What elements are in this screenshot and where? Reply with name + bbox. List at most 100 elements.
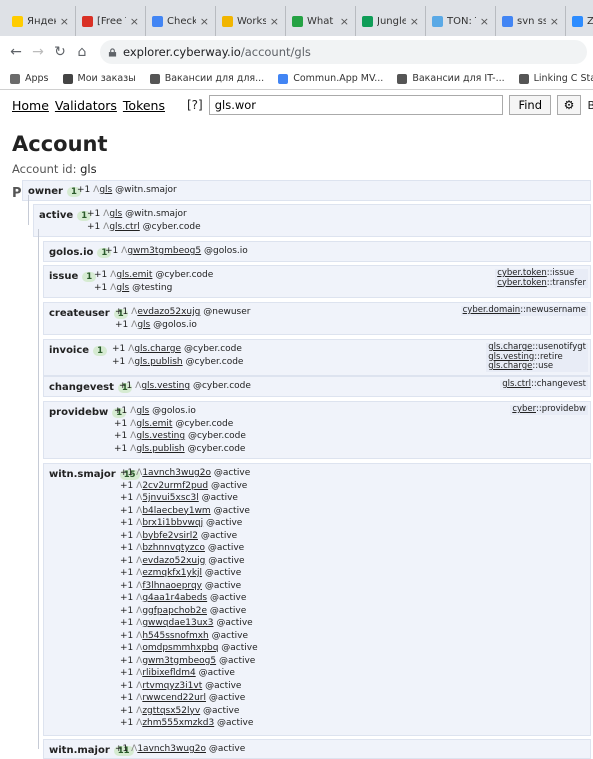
contract-link[interactable]: gls.ctrl — [502, 379, 531, 389]
contract-link[interactable]: gls.charge — [488, 361, 532, 371]
authorities-list: +1 Λgls.emit @cyber.code +1 Λgls @testing — [94, 269, 213, 294]
authority-permission: @active — [207, 543, 245, 553]
authority-account-link[interactable]: omdpsmmhxpbq — [142, 643, 218, 653]
browser-tab[interactable]: What A × — [286, 6, 356, 36]
authority-account-link[interactable]: gls — [137, 320, 150, 330]
find-button[interactable]: Find — [509, 95, 551, 115]
authority-row: +1 Λevdazo52xujg @newuser — [115, 306, 250, 319]
authority-account-link[interactable]: bybfe2vsirl2 — [142, 531, 198, 541]
authority-account-link[interactable]: 5jnvui5xsc3l — [142, 493, 198, 503]
authority-account-link[interactable]: gwm3tgmbeog5 — [142, 656, 216, 666]
close-tab-icon[interactable]: × — [410, 15, 419, 28]
authority-account-link[interactable]: h545ssnofmxh — [142, 631, 208, 641]
close-tab-icon[interactable]: × — [60, 15, 69, 28]
browser-tab[interactable]: Яндекс × — [6, 6, 76, 36]
authority-account-link[interactable]: 1avnch3wug2o — [137, 744, 206, 754]
authority-account-link[interactable]: gls.publish — [136, 444, 184, 454]
authority-row: +1 Λrtvmqyz3i1vt @active — [120, 680, 258, 693]
action-name: ::changevest — [530, 379, 586, 389]
close-tab-icon[interactable]: × — [270, 15, 279, 28]
authority-account-link[interactable]: gls.vesting — [141, 381, 190, 391]
bookmark-item[interactable]: Вакансии для для... — [149, 73, 264, 84]
contract-link[interactable]: cyber — [512, 404, 536, 414]
contract-link[interactable]: cyber.token — [497, 268, 547, 278]
reload-icon[interactable]: ↻ — [50, 42, 70, 62]
authority-account-link[interactable]: b4laecbey1wm — [142, 506, 210, 516]
bookmark-label: Мои заказы — [77, 73, 136, 84]
contract-link[interactable]: gls.charge — [488, 342, 532, 352]
bookmark-item[interactable]: Мои заказы — [62, 73, 136, 84]
permission-name-text: golos.io — [49, 247, 94, 258]
authority-account-link[interactable]: rwwcend22url — [142, 693, 206, 703]
nav-tokens-link[interactable]: Tokens — [123, 98, 165, 113]
authority-account-link[interactable]: gls — [109, 209, 122, 219]
browser-tab[interactable]: Checkp × — [146, 6, 216, 36]
authority-account-link[interactable]: bzhnnvqtyzco — [142, 543, 205, 553]
authority-account-link[interactable]: gwm3tgmbeog5 — [127, 246, 201, 256]
authority-account-link[interactable]: gls.vesting — [136, 431, 185, 441]
authority-permission: @witn.smajor — [125, 209, 187, 219]
threshold-badge: 11 — [113, 746, 134, 756]
authority-account-link[interactable]: gwwqdae13ux3 — [142, 618, 213, 628]
help-link[interactable]: [?] — [187, 98, 203, 112]
browser-tab[interactable]: svn ssh × — [496, 6, 566, 36]
browser-tab[interactable]: Z — [566, 6, 593, 36]
contract-link[interactable]: cyber.domain — [463, 305, 521, 315]
authority-account-link[interactable]: gls.emit — [116, 270, 152, 280]
weight: +1 — [105, 246, 119, 256]
authority-permission: @active — [217, 718, 254, 728]
account-icon: Λ — [131, 307, 138, 317]
authority-account-link[interactable]: ggfpapchob2e — [142, 606, 207, 616]
weight: +1 — [115, 307, 129, 317]
weight: +1 — [119, 381, 133, 391]
authority-account-link[interactable]: gls — [136, 406, 149, 416]
contract-link[interactable]: gls.vesting — [488, 352, 534, 362]
authority-account-link[interactable]: zgttqsx52lyv — [142, 706, 200, 716]
nav-validators-link[interactable]: Validators — [55, 98, 117, 113]
browser-tab[interactable]: Worksp × — [216, 6, 286, 36]
authority-account-link[interactable]: 1avnch3wug2o — [142, 468, 211, 478]
browser-tab[interactable]: Jungle. × — [356, 6, 426, 36]
authority-account-link[interactable]: gls.publish — [134, 357, 182, 367]
authority-account-link[interactable]: rlibixefldm4 — [142, 668, 195, 678]
authority-row: +1 Λevdazo52xujg @active — [120, 555, 258, 568]
nav-home-link[interactable]: Home — [12, 98, 49, 113]
authority-account-link[interactable]: gls.charge — [134, 344, 181, 354]
authority-account-link[interactable]: gls.emit — [136, 419, 172, 429]
authority-account-link[interactable]: gls.ctrl — [109, 222, 139, 232]
browser-tab[interactable]: TON: Te × — [426, 6, 496, 36]
authority-account-link[interactable]: rtvmqyz3i1vt — [142, 681, 202, 691]
address-bar[interactable]: explorer.cyberway.io/account/gls — [100, 40, 587, 64]
authority-permission: @golos.io — [153, 319, 197, 330]
bookmark-label: Вакансии для IT-... — [412, 73, 505, 84]
close-tab-icon[interactable]: × — [130, 15, 139, 28]
authority-account-link[interactable]: 2cv2urmf2pud — [142, 481, 208, 491]
close-tab-icon[interactable]: × — [480, 15, 489, 28]
settings-gear-button[interactable]: ⚙ — [557, 95, 581, 115]
authority-account-link[interactable]: gls — [116, 283, 129, 293]
permission-name: witn.major 11 — [49, 745, 134, 756]
forward-icon[interactable]: → — [28, 42, 48, 62]
authority-account-link[interactable]: evdazo52xujg — [137, 307, 200, 317]
bookmark-item[interactable]: Вакансии для IT-... — [397, 73, 505, 84]
threshold-badge: 1 — [113, 309, 128, 319]
home-icon[interactable]: ⌂ — [72, 42, 92, 62]
bookmark-item[interactable]: Apps — [10, 73, 49, 84]
authority-account-link[interactable]: zhm555xmzkd3 — [142, 718, 214, 728]
bookmark-item[interactable]: Commun.App MV... — [278, 73, 383, 84]
authority-account-link[interactable]: brx1i1bbvwqj — [142, 518, 203, 528]
browser-tab[interactable]: [Free T × — [76, 6, 146, 36]
threshold-badge: 1 — [97, 248, 112, 258]
authority-account-link[interactable]: ezmqkfx1ykjl — [142, 568, 202, 578]
authority-account-link[interactable]: g4aa1r4abeds — [142, 593, 207, 603]
contract-link[interactable]: cyber.token — [497, 278, 547, 288]
authority-account-link[interactable]: evdazo52xujg — [142, 556, 205, 566]
bookmark-icon — [62, 73, 73, 84]
search-input[interactable] — [208, 95, 504, 115]
authority-account-link[interactable]: f3lhnaoeprqy — [142, 581, 202, 591]
bookmark-item[interactable]: Linking C Static Li... — [518, 73, 593, 84]
close-tab-icon[interactable]: × — [340, 15, 349, 28]
close-tab-icon[interactable]: × — [200, 15, 209, 28]
back-icon[interactable]: ← — [6, 42, 26, 62]
close-tab-icon[interactable]: × — [550, 15, 559, 28]
